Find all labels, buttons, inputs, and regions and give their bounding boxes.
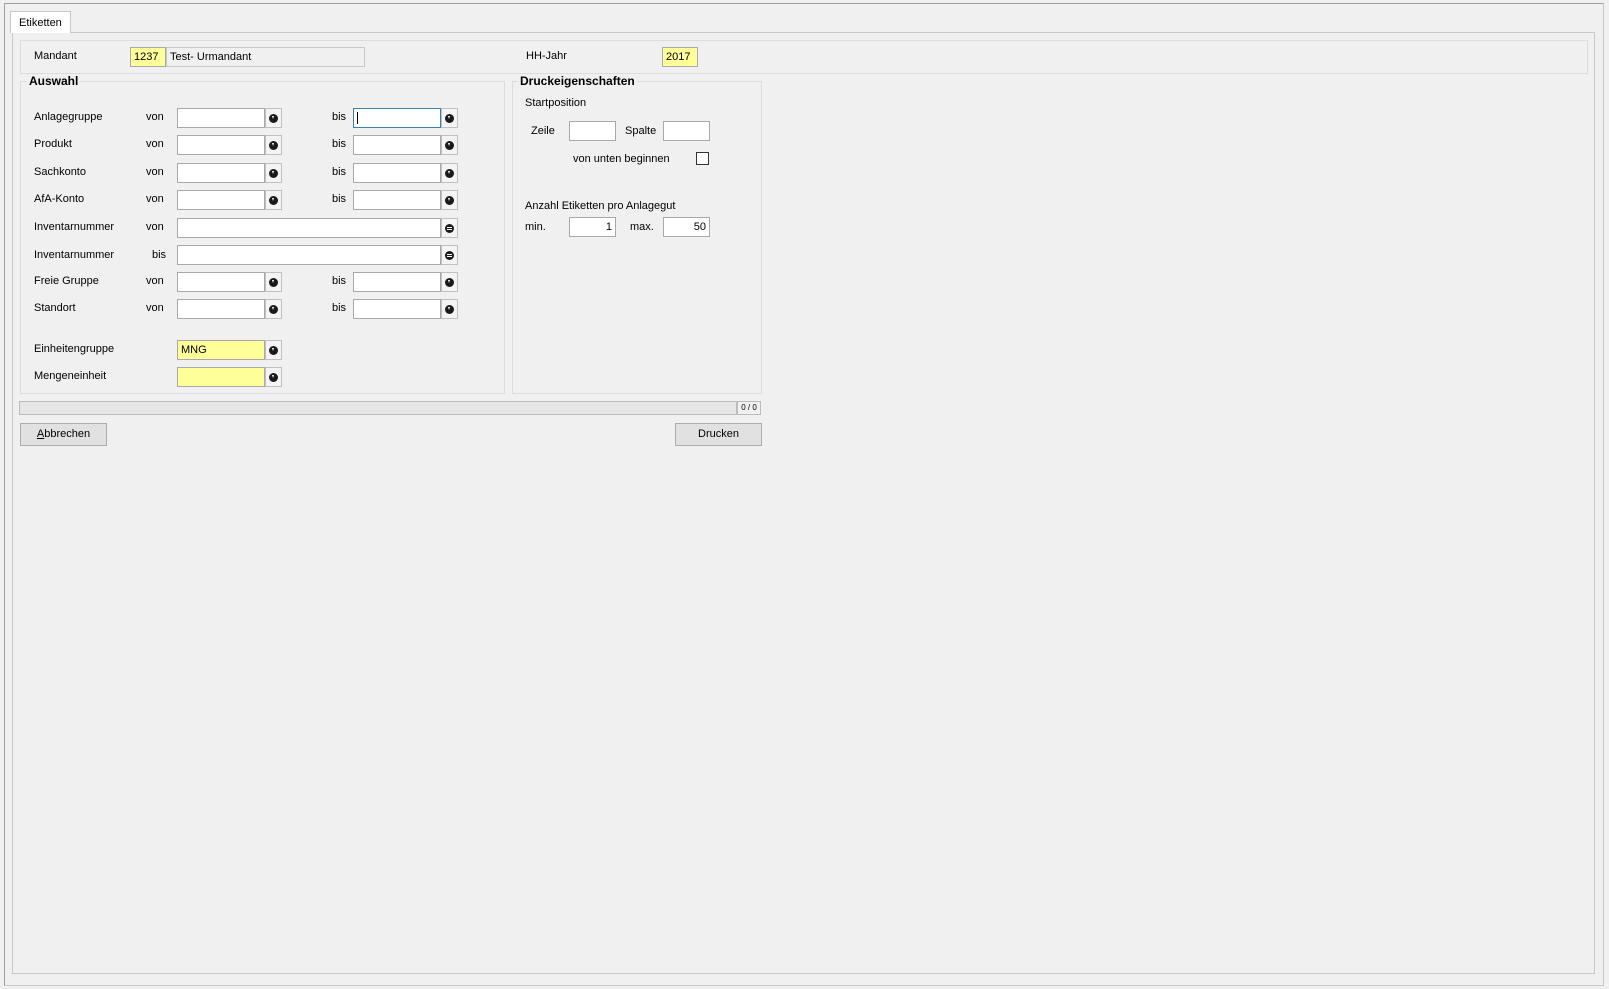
inventarnummer-von-lookup-button[interactable] xyxy=(441,218,458,238)
anzahl-etiketten-label: Anzahl Etiketten pro Anlagegut xyxy=(525,200,676,212)
sachkonto-bis-label: bis xyxy=(332,166,347,178)
lookup-dot-icon xyxy=(445,304,454,314)
standort-von-input[interactable] xyxy=(177,299,265,319)
lookup-dot-icon xyxy=(445,140,454,150)
min-input[interactable]: 1 xyxy=(569,217,616,237)
standort-bis-label: bis xyxy=(332,302,347,314)
anlagegruppe-bis-label: bis xyxy=(332,111,347,123)
druckeigenschaften-title: Druckeigenschaften xyxy=(518,74,637,88)
equals-dot-icon xyxy=(445,250,454,260)
produkt-bis-lookup-button[interactable] xyxy=(441,135,458,155)
lookup-dot-icon xyxy=(445,277,454,287)
afa-konto-von-input[interactable] xyxy=(177,190,265,210)
min-label: min. xyxy=(525,221,546,233)
inventarnummer-bis-sub-label: bis xyxy=(152,249,167,261)
mengeneinheit-input[interactable] xyxy=(177,367,265,387)
spalte-input[interactable] xyxy=(663,121,710,141)
sachkonto-von-lookup-button[interactable] xyxy=(265,163,282,183)
lookup-dot-icon xyxy=(445,195,454,205)
lookup-dot-icon xyxy=(269,345,278,355)
anlagegruppe-von-lookup-button[interactable] xyxy=(265,108,282,128)
inventarnummer-bis-lookup-button[interactable] xyxy=(441,245,458,265)
hhjahr-label: HH-Jahr xyxy=(526,50,567,62)
sachkonto-bis-lookup-button[interactable] xyxy=(441,163,458,183)
einheitengruppe-label: Einheitengruppe xyxy=(34,343,115,355)
abbrechen-button[interactable]: Abbrechen xyxy=(20,423,107,446)
lookup-dot-icon xyxy=(269,113,278,123)
afa-konto-label: AfA-Konto xyxy=(34,193,85,205)
mengeneinheit-label: Mengeneinheit xyxy=(34,370,107,382)
sachkonto-von-label: von xyxy=(146,166,164,178)
einheitengruppe-lookup-button[interactable] xyxy=(265,340,282,360)
lookup-dot-icon xyxy=(269,140,278,150)
lookup-dot-icon xyxy=(269,304,278,314)
inventarnummer-von-row-label: Inventarnummer xyxy=(34,221,115,233)
produkt-von-input[interactable] xyxy=(177,135,265,155)
spalte-label: Spalte xyxy=(625,125,657,137)
inventarnummer-bis-input[interactable] xyxy=(177,245,441,265)
sachkonto-label: Sachkonto xyxy=(34,166,86,178)
freie-gruppe-bis-label: bis xyxy=(332,275,347,287)
standort-von-lookup-button[interactable] xyxy=(265,299,282,319)
mandant-label: Mandant xyxy=(34,50,77,62)
inventarnummer-von-input[interactable] xyxy=(177,218,441,238)
standort-bis-lookup-button[interactable] xyxy=(441,299,458,319)
lookup-dot-icon xyxy=(269,277,278,287)
produkt-von-label: von xyxy=(146,138,164,150)
progress-count: 0 / 0 xyxy=(737,401,761,415)
afa-konto-von-lookup-button[interactable] xyxy=(265,190,282,210)
lookup-dot-icon xyxy=(269,372,278,382)
anlagegruppe-bis-lookup-button[interactable] xyxy=(441,108,458,128)
zeile-label: Zeile xyxy=(531,125,555,137)
von-unten-beginnen-label: von unten beginnen xyxy=(573,153,670,165)
von-unten-beginnen-checkbox[interactable] xyxy=(696,152,709,165)
standort-von-label: von xyxy=(146,302,164,314)
lookup-dot-icon xyxy=(445,168,454,178)
tab-etiketten[interactable]: Etiketten xyxy=(10,11,71,33)
afa-konto-bis-lookup-button[interactable] xyxy=(441,190,458,210)
einheitengruppe-input[interactable]: MNG xyxy=(177,340,265,360)
equals-dot-icon xyxy=(445,223,454,233)
sachkonto-von-input[interactable] xyxy=(177,163,265,183)
standort-bis-input[interactable] xyxy=(353,299,441,319)
produkt-von-lookup-button[interactable] xyxy=(265,135,282,155)
lookup-dot-icon xyxy=(269,195,278,205)
max-label: max. xyxy=(630,221,654,233)
anlagegruppe-label: Anlagegruppe xyxy=(34,111,103,123)
freie-gruppe-bis-lookup-button[interactable] xyxy=(441,272,458,292)
drucken-button[interactable]: Drucken xyxy=(675,423,762,446)
freie-gruppe-bis-input[interactable] xyxy=(353,272,441,292)
max-input[interactable]: 50 xyxy=(663,217,710,237)
auswahl-title: Auswahl xyxy=(27,74,81,88)
mandant-code-field[interactable]: 1237 xyxy=(130,47,166,67)
inventarnummer-bis-row-label: Inventarnummer xyxy=(34,249,115,261)
text-cursor xyxy=(357,112,358,125)
afa-konto-von-label: von xyxy=(146,193,164,205)
inventarnummer-von-sub-label: von xyxy=(146,221,164,233)
produkt-bis-input[interactable] xyxy=(353,135,441,155)
freie-gruppe-von-label: von xyxy=(146,275,164,287)
anlagegruppe-bis-input[interactable] xyxy=(353,108,441,128)
freie-gruppe-von-lookup-button[interactable] xyxy=(265,272,282,292)
mengeneinheit-lookup-button[interactable] xyxy=(265,367,282,387)
standort-label: Standort xyxy=(34,302,76,314)
produkt-label: Produkt xyxy=(34,138,72,150)
anlagegruppe-von-label: von xyxy=(146,111,164,123)
afa-konto-bis-label: bis xyxy=(332,193,347,205)
lookup-dot-icon xyxy=(269,168,278,178)
mandant-name-field: Test- Urmandant xyxy=(166,47,365,67)
sachkonto-bis-input[interactable] xyxy=(353,163,441,183)
progress-bar xyxy=(19,401,737,415)
hhjahr-field[interactable]: 2017 xyxy=(662,47,698,67)
zeile-input[interactable] xyxy=(569,121,616,141)
freie-gruppe-label: Freie Gruppe xyxy=(34,275,99,287)
afa-konto-bis-input[interactable] xyxy=(353,190,441,210)
lookup-dot-icon xyxy=(445,113,454,123)
anlagegruppe-von-input[interactable] xyxy=(177,108,265,128)
startposition-label: Startposition xyxy=(525,97,587,109)
produkt-bis-label: bis xyxy=(332,138,347,150)
freie-gruppe-von-input[interactable] xyxy=(177,272,265,292)
